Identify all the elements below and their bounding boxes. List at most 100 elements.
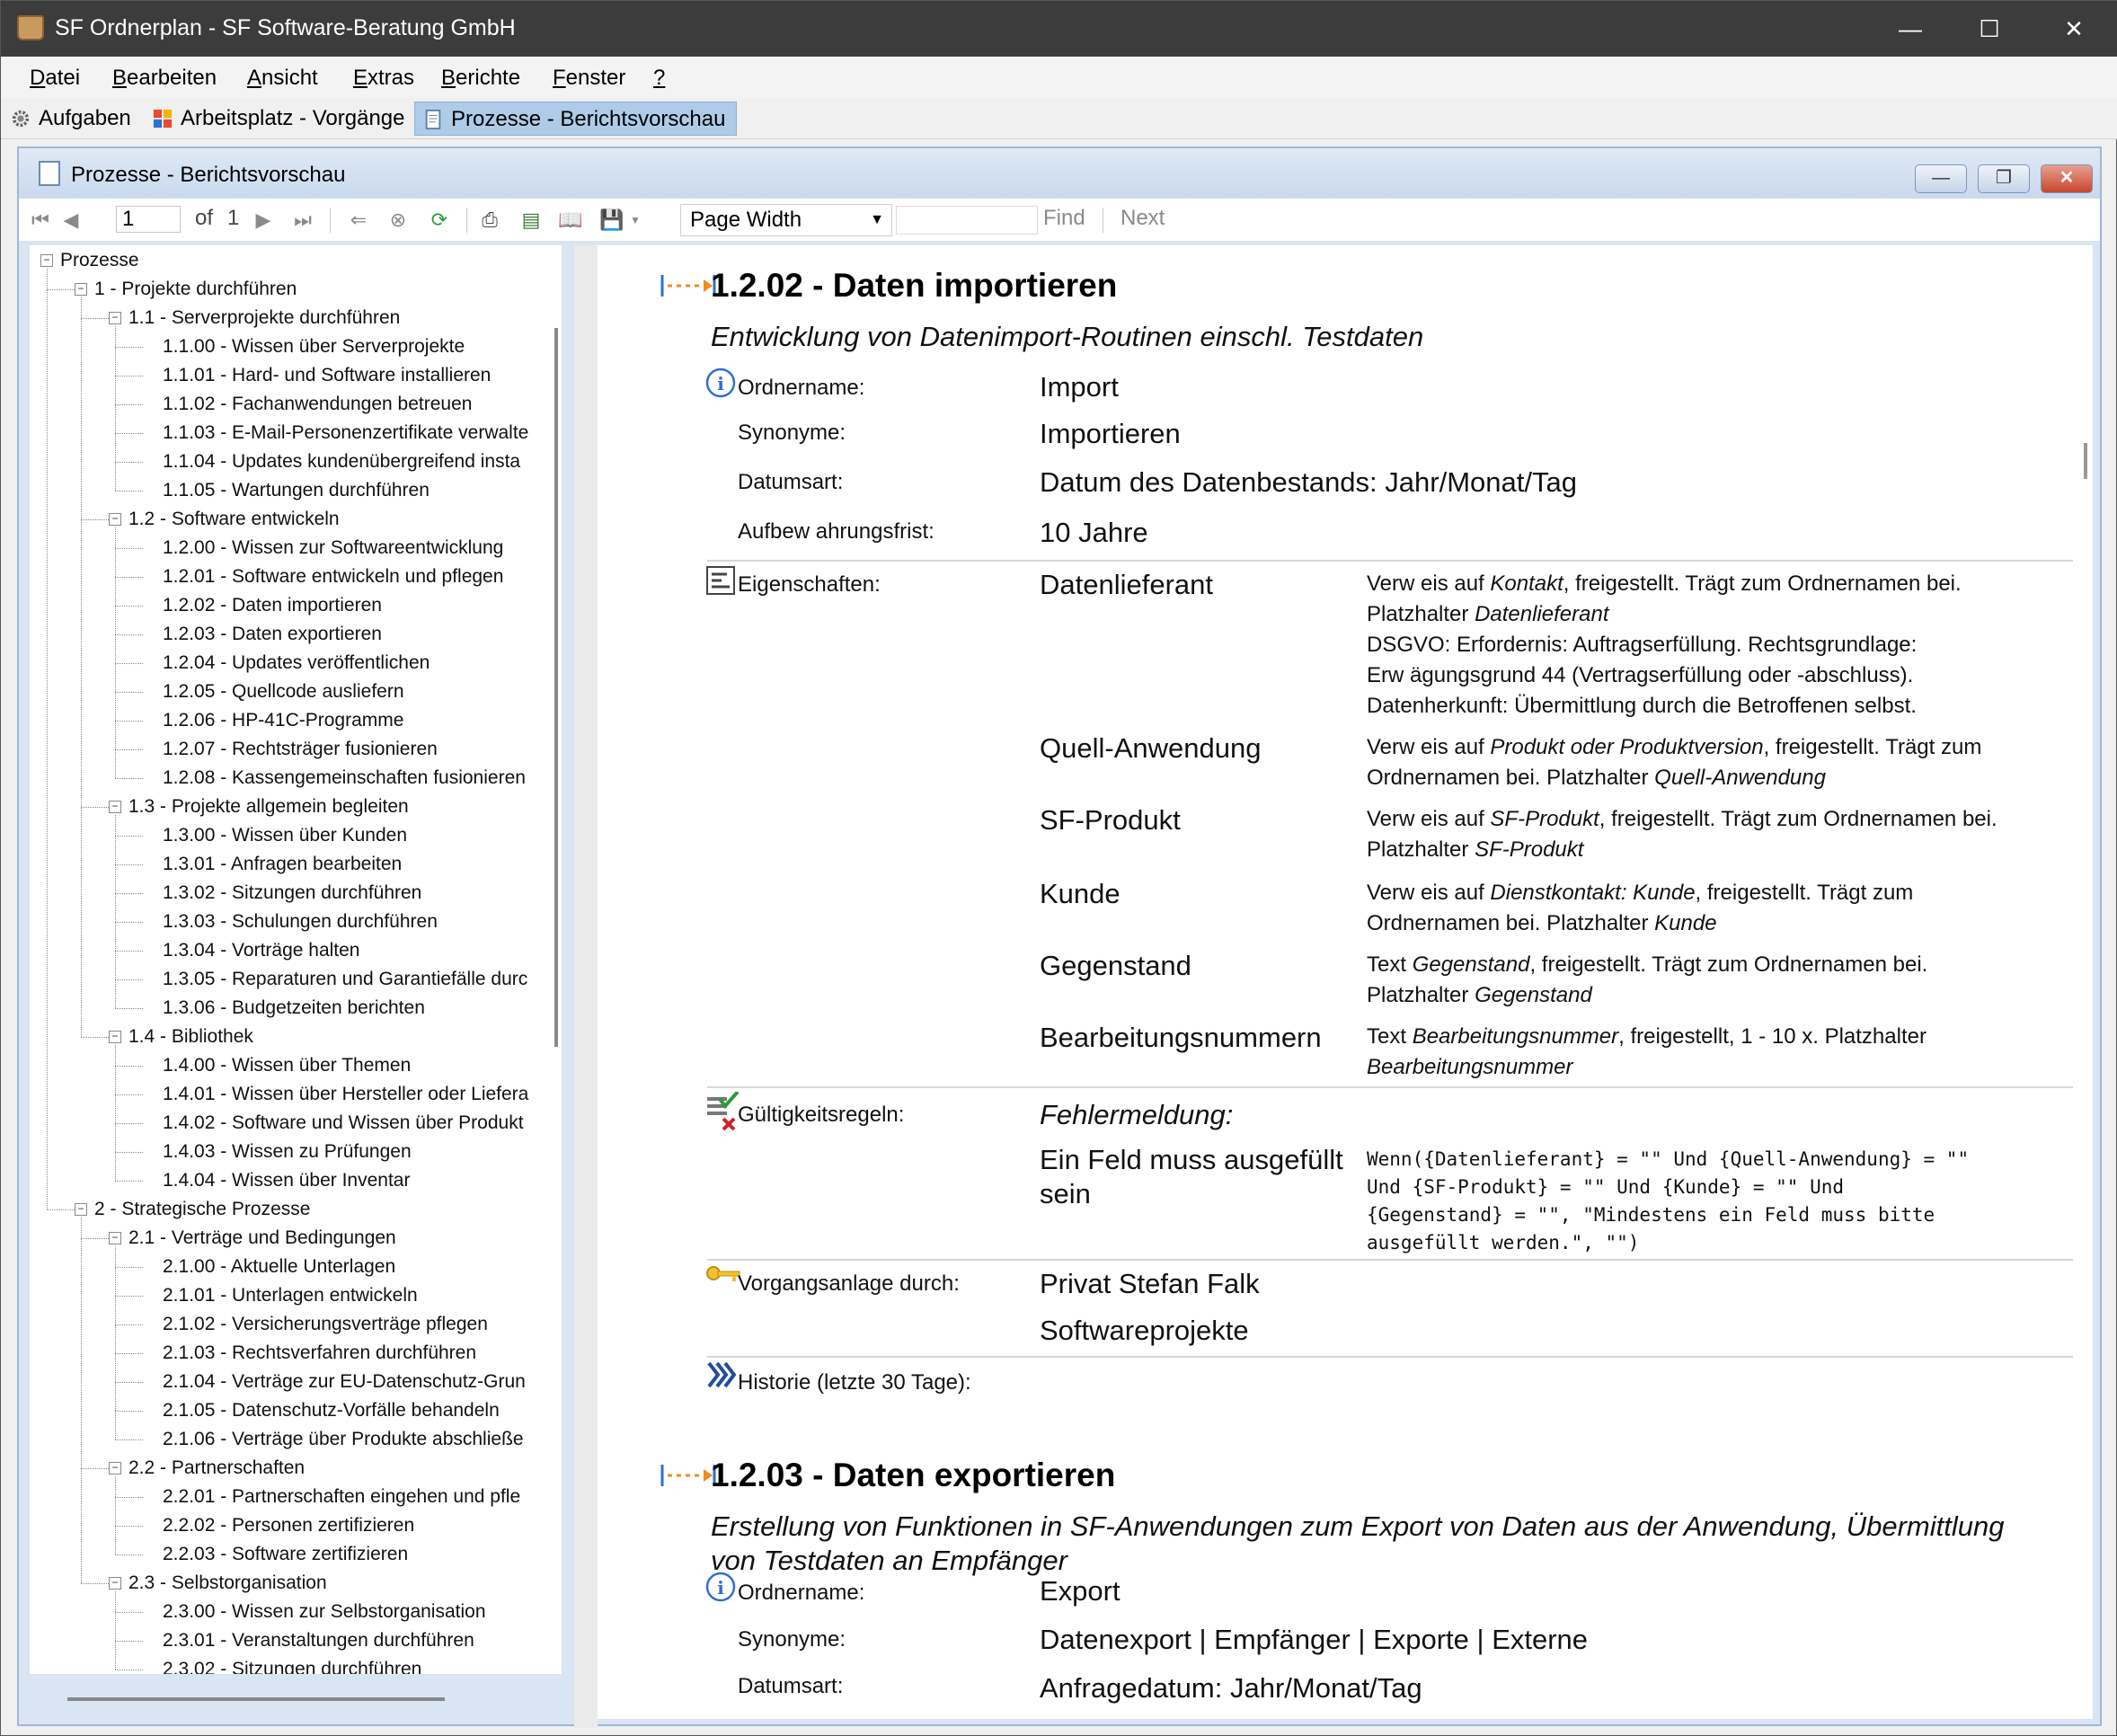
next-button[interactable]: Next — [1121, 206, 1165, 231]
tree-node[interactable]: 1.1.04 - Updates kundenübergreifend inst… — [163, 451, 520, 473]
collapse-toggle-icon[interactable]: − — [109, 801, 121, 813]
tree-node[interactable]: 1.3.00 - Wissen über Kunden — [163, 825, 407, 846]
tree-node[interactable]: 2 - Strategische Prozesse — [94, 1199, 310, 1220]
chevron-down-icon[interactable]: ▼ — [623, 208, 648, 233]
tree-node[interactable]: 1.3.05 - Reparaturen und Garantiefälle d… — [163, 969, 527, 990]
close-button[interactable]: ✕ — [2033, 1, 2114, 57]
tree-node[interactable]: 2.3 - Selbstorganisation — [128, 1572, 327, 1594]
page-setup-icon[interactable]: 📖 — [558, 208, 583, 233]
menu-help[interactable]: ? — [653, 66, 665, 91]
report-scrollbar[interactable] — [2084, 443, 2087, 479]
refresh-icon[interactable]: ⟳ — [427, 208, 452, 233]
tab-berichtsvorschau[interactable]: Prozesse - Berichtsvorschau — [414, 102, 738, 136]
tree-node[interactable]: 2.1.05 - Datenschutz-Vorfälle behandeln — [163, 1400, 500, 1422]
tab-aufgaben[interactable]: Aufgaben — [3, 102, 142, 136]
tree-node[interactable]: 2.1.03 - Rechtsverfahren durchführen — [163, 1342, 476, 1364]
tree-node[interactable]: 1.3.01 - Anfragen bearbeiten — [163, 854, 402, 875]
tree-node[interactable]: 2.2 - Partnerschaften — [128, 1457, 305, 1479]
collapse-toggle-icon[interactable]: − — [109, 1031, 121, 1043]
menu-berichte[interactable]: Berichte — [441, 66, 520, 91]
find-button[interactable]: Find — [1043, 206, 1085, 231]
tree-node[interactable]: 1.3.02 - Sitzungen durchführen — [163, 882, 421, 904]
tree-node[interactable]: 2.1.06 - Verträge über Produkte abschlie… — [163, 1429, 524, 1450]
maximize-button[interactable]: ☐ — [1949, 1, 2030, 57]
menu-bearbeiten[interactable]: Bearbeiten — [112, 66, 217, 91]
tree-node[interactable]: 1 - Projekte durchführen — [94, 279, 297, 300]
tree-node[interactable]: 1.4.01 - Wissen über Hersteller oder Lie… — [163, 1084, 528, 1105]
menu-ansicht[interactable]: Ansicht — [247, 66, 318, 91]
tree-node[interactable]: 2.3.02 - Sitzungen durchführen — [163, 1659, 421, 1674]
tree-node[interactable]: 2.3.01 - Veranstaltungen durchführen — [163, 1630, 474, 1652]
tree-node[interactable]: 1.4.03 - Wissen zu Prüfungen — [163, 1141, 412, 1163]
tree-node[interactable]: 2.2.01 - Partnerschaften eingehen und pf… — [163, 1486, 520, 1508]
child-minimize-button[interactable]: — — [1915, 164, 1967, 193]
menu-extras[interactable]: Extras — [353, 66, 414, 91]
find-input[interactable] — [896, 206, 1038, 235]
tree-node[interactable]: Prozesse — [60, 250, 139, 271]
stop-icon[interactable]: ⊗ — [385, 208, 411, 233]
next-page-icon[interactable]: ▶ — [251, 208, 276, 233]
tree-node[interactable]: 2.1.04 - Verträge zur EU-Datenschutz-Gru… — [163, 1371, 526, 1393]
toolbar-separator — [466, 208, 467, 233]
tree-node[interactable]: 1.2.07 - Rechtsträger fusionieren — [163, 739, 438, 760]
print-icon[interactable]: ⎙ — [477, 208, 502, 233]
tree-node[interactable]: 1.2.03 - Daten exportieren — [163, 624, 382, 645]
collapse-toggle-icon[interactable]: − — [109, 1462, 121, 1475]
zoom-select[interactable]: Page Width ▼ — [680, 204, 892, 236]
tree-node[interactable]: 1.1.01 - Hard- und Software installieren — [163, 365, 491, 386]
tree-horizontal-scrollbar[interactable] — [67, 1697, 445, 1701]
back-icon[interactable]: ⇐ — [346, 208, 371, 233]
tree-node[interactable]: 1.1.00 - Wissen über Serverprojekte — [163, 336, 465, 358]
tree-node[interactable]: 1.1 - Serverprojekte durchführen — [128, 307, 400, 329]
tree-node[interactable]: 1.4.00 - Wissen über Themen — [163, 1055, 411, 1076]
tree-node[interactable]: 1.2.02 - Daten importieren — [163, 595, 382, 616]
menu-fenster[interactable]: Fenster — [553, 66, 625, 91]
tree-node[interactable]: 2.2.02 - Personen zertifizieren — [163, 1515, 414, 1537]
page-number-input[interactable]: 1 — [116, 206, 181, 233]
collapse-toggle-icon[interactable]: − — [109, 1577, 121, 1590]
process-arrow-icon — [660, 275, 716, 297]
tree-node[interactable]: 1.1.02 - Fachanwendungen betreuen — [163, 394, 472, 415]
tree-node[interactable]: 1.4 - Bibliothek — [128, 1026, 253, 1048]
tree-node[interactable]: 1.4.04 - Wissen über Inventar — [163, 1170, 410, 1191]
tree-node[interactable]: 1.4.02 - Software und Wissen über Produk… — [163, 1112, 524, 1134]
tree-node[interactable]: 1.2.05 - Quellcode ausliefern — [163, 681, 404, 703]
tree-node[interactable]: 1.2.08 - Kassengemeinschaften fusioniere… — [163, 767, 526, 789]
child-title-bar: Prozesse - Berichtsvorschau — ❐ ✕ — [19, 148, 2100, 199]
child-close-button[interactable]: ✕ — [2041, 164, 2093, 193]
tree-node[interactable]: 2.1.00 - Aktuelle Unterlagen — [163, 1256, 395, 1278]
collapse-toggle-icon[interactable]: − — [109, 513, 121, 526]
tree-node[interactable]: 1.3.03 - Schulungen durchführen — [163, 911, 438, 933]
tree-node[interactable]: 2.2.03 - Software zertifizieren — [163, 1544, 408, 1565]
export-icon[interactable]: 💾 — [599, 208, 624, 233]
tree-node[interactable]: 1.1.05 - Wartungen durchführen — [163, 480, 430, 501]
tab-arbeitsplatz[interactable]: Arbeitsplatz - Vorgänge — [145, 102, 415, 136]
print-layout-icon[interactable]: ▤ — [518, 208, 544, 233]
tree-node[interactable]: 1.3 - Projekte allgemein begleiten — [128, 796, 409, 818]
tree-node[interactable]: 1.2.06 - HP-41C-Programme — [163, 710, 403, 731]
last-page-icon[interactable]: ⏭ — [290, 208, 315, 233]
previous-page-icon[interactable]: ◀ — [58, 208, 84, 233]
collapse-toggle-icon[interactable]: − — [75, 1203, 87, 1216]
tree-node[interactable]: 1.2.00 - Wissen zur Softwareentwicklung — [163, 537, 503, 559]
tree-node[interactable]: 2.1.02 - Versicherungsverträge pflegen — [163, 1314, 488, 1335]
tree-node[interactable]: 2.3.00 - Wissen zur Selbstorganisation — [163, 1601, 486, 1623]
tree-node[interactable]: 1.3.06 - Budgetzeiten berichten — [163, 997, 425, 1019]
tree-node[interactable]: 1.2.04 - Updates veröffentlichen — [163, 652, 430, 674]
collapse-toggle-icon[interactable]: − — [40, 254, 53, 267]
collapse-toggle-icon[interactable]: − — [75, 283, 87, 296]
collapse-toggle-icon[interactable]: − — [109, 1232, 121, 1244]
child-restore-button[interactable]: ❐ — [1978, 164, 2030, 193]
collapse-toggle-icon[interactable]: − — [109, 312, 121, 324]
tree-scrollbar[interactable] — [554, 328, 558, 1047]
pane-splitter[interactable] — [574, 245, 598, 1728]
tree-node[interactable]: 1.2 - Software entwickeln — [128, 509, 340, 530]
menu-datei[interactable]: Datei — [30, 66, 80, 91]
tree-node[interactable]: 2.1 - Verträge und Bedingungen — [128, 1227, 396, 1249]
minimize-button[interactable]: — — [1870, 1, 1951, 57]
tree-node[interactable]: 1.3.04 - Vorträge halten — [163, 940, 360, 961]
first-page-icon[interactable]: ⏮ — [28, 208, 53, 233]
tree-node[interactable]: 1.1.03 - E-Mail-Personenzertifikate verw… — [163, 422, 528, 444]
tree-node[interactable]: 2.1.01 - Unterlagen entwickeln — [163, 1285, 418, 1306]
tree-node[interactable]: 1.2.01 - Software entwickeln und pflegen — [163, 566, 503, 588]
